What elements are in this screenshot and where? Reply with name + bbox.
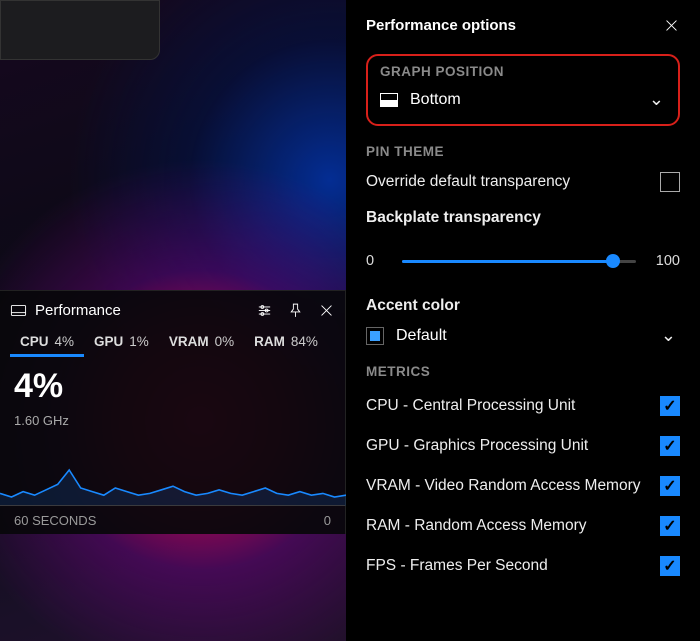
slider-max: 100 xyxy=(646,253,680,269)
metric-row[interactable]: VRAM - Video Random Access Memory✓ xyxy=(366,473,680,499)
accent-swatch-icon xyxy=(366,327,384,345)
tab-cpu[interactable]: CPU4% xyxy=(10,329,84,357)
tab-gpu[interactable]: GPU1% xyxy=(84,329,159,357)
metric-checkbox[interactable]: ✓ xyxy=(660,476,680,496)
performance-header: Performance xyxy=(0,291,345,329)
metric-label: VRAM - Video Random Access Memory xyxy=(366,477,660,495)
performance-icon xyxy=(10,302,27,319)
graph-position-section: GRAPH POSITION Bottom ⌄ xyxy=(366,54,680,126)
usage-sparkline xyxy=(0,434,346,506)
chart-y-min: 0 xyxy=(324,513,331,528)
metric-label: RAM - Random Access Memory xyxy=(366,517,660,535)
slider-track[interactable] xyxy=(402,260,636,263)
metric-checkbox[interactable]: ✓ xyxy=(660,516,680,536)
options-title: Performance options xyxy=(366,17,663,34)
metric-checkbox[interactable]: ✓ xyxy=(660,556,680,576)
override-transparency-label: Override default transparency xyxy=(366,173,660,191)
performance-widget: Performance CPU4%GPU1%VRAM0%RAM84% 4% 1.… xyxy=(0,290,346,534)
settings-icon[interactable] xyxy=(256,302,273,319)
backplate-slider[interactable]: 0 100 xyxy=(366,247,680,275)
metric-label: GPU - Graphics Processing Unit xyxy=(366,437,660,455)
accent-color-value: Default xyxy=(396,327,661,345)
backplate-transparency-row: Backplate transparency xyxy=(366,205,680,231)
chart-baseline xyxy=(0,505,345,506)
graph-position-value: Bottom xyxy=(410,91,649,109)
metric-row[interactable]: CPU - Central Processing Unit✓ xyxy=(366,393,680,419)
options-close-icon[interactable] xyxy=(663,17,680,34)
slider-min: 0 xyxy=(366,253,392,269)
backplate-transparency-label: Backplate transparency xyxy=(366,209,680,227)
graph-position-label: GRAPH POSITION xyxy=(380,64,668,79)
accent-color-section: Accent color Default ⌄ xyxy=(366,293,680,346)
pin-theme-section: PIN THEME Override default transparency … xyxy=(366,144,680,275)
cpu-frequency: 1.60 GHz xyxy=(14,413,331,428)
metric-label: CPU - Central Processing Unit xyxy=(366,397,660,415)
pin-theme-label: PIN THEME xyxy=(366,144,680,159)
metric-row[interactable]: RAM - Random Access Memory✓ xyxy=(366,513,680,539)
metric-tabs: CPU4%GPU1%VRAM0%RAM84% xyxy=(0,329,345,357)
performance-options-panel: Performance options GRAPH POSITION Botto… xyxy=(346,0,700,641)
accent-color-label: Accent color xyxy=(366,297,680,315)
chart-x-label: 60 SECONDS xyxy=(14,513,96,528)
metrics-section: METRICS CPU - Central Processing Unit✓GP… xyxy=(366,364,680,579)
metrics-label: METRICS xyxy=(366,364,680,379)
tab-vram[interactable]: VRAM0% xyxy=(159,329,244,357)
slider-knob[interactable] xyxy=(606,254,620,268)
background-mini-card xyxy=(0,0,160,60)
accent-color-dropdown[interactable]: Default ⌄ xyxy=(366,325,680,346)
metric-checkbox[interactable]: ✓ xyxy=(660,396,680,416)
bottom-layout-icon xyxy=(380,93,398,107)
metric-checkbox[interactable]: ✓ xyxy=(660,436,680,456)
pin-icon[interactable] xyxy=(287,302,304,319)
metric-row[interactable]: GPU - Graphics Processing Unit✓ xyxy=(366,433,680,459)
usage-chart: 60 SECONDS 0 xyxy=(14,434,331,528)
slider-fill xyxy=(402,260,613,263)
metric-row[interactable]: FPS - Frames Per Second✓ xyxy=(366,553,680,579)
graph-position-dropdown[interactable]: Bottom ⌄ xyxy=(380,89,668,110)
close-icon[interactable] xyxy=(318,302,335,319)
chevron-down-icon: ⌄ xyxy=(649,89,664,110)
chevron-down-icon: ⌄ xyxy=(661,325,676,346)
tab-ram[interactable]: RAM84% xyxy=(244,329,328,357)
override-transparency-checkbox[interactable] xyxy=(660,172,680,192)
big-metric-value: 4% xyxy=(14,369,331,403)
override-transparency-row[interactable]: Override default transparency xyxy=(366,169,680,195)
performance-title: Performance xyxy=(35,302,121,319)
metric-label: FPS - Frames Per Second xyxy=(366,557,660,575)
